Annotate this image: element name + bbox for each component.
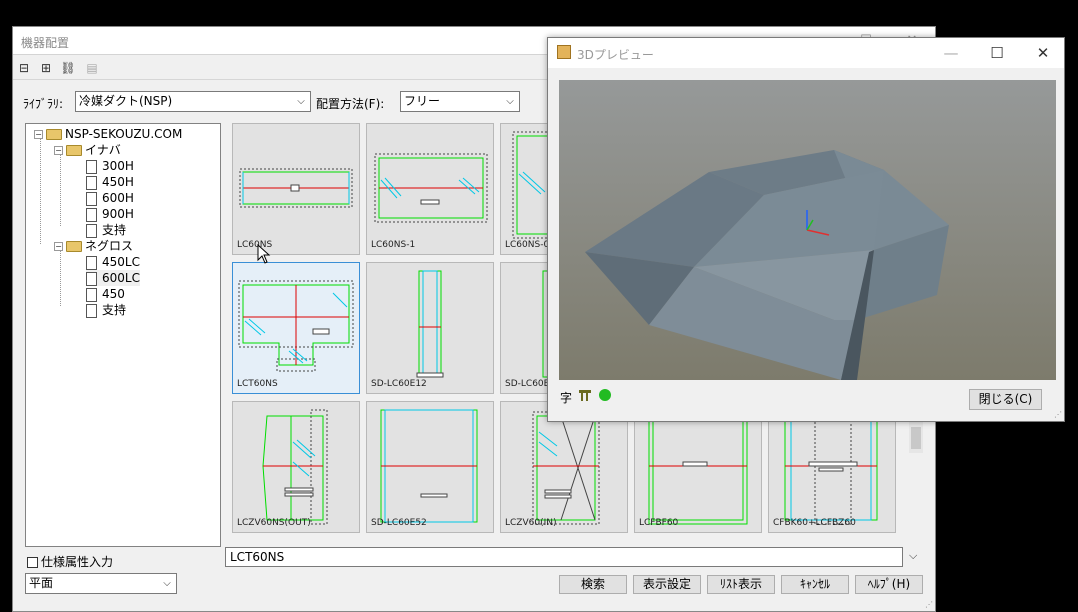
- item-caption: LCZV60NS(OUT): [237, 518, 311, 528]
- item-caption: LCZV60(IN): [505, 518, 557, 528]
- thumbnail-drawing: [416, 270, 444, 378]
- collapse-icon[interactable]: −: [54, 242, 63, 251]
- tree-node-600h[interactable]: 600H: [86, 190, 134, 206]
- item-caption: LCFBF60: [639, 518, 679, 528]
- tree-node-support-negros[interactable]: 支持: [86, 302, 126, 318]
- cancel-button[interactable]: ｷｬﾝｾﾙ: [781, 575, 849, 594]
- tree-node-450h[interactable]: 450H: [86, 174, 134, 190]
- item-tile[interactable]: SD-LC60E52: [366, 401, 494, 533]
- tree-node-300h[interactable]: 300H: [86, 158, 134, 174]
- item-tile[interactable]: SD-LC60E: [500, 262, 553, 394]
- resize-grip-icon[interactable]: ⋰: [1054, 410, 1062, 419]
- file-icon: [86, 255, 97, 270]
- item-caption: SD-LC60E: [505, 379, 550, 389]
- list-view-button[interactable]: ﾘｽﾄ表示: [707, 575, 775, 594]
- collapse-icon[interactable]: −: [34, 130, 43, 139]
- preview-title-bar: 3Dプレビュー — ☐ ✕: [548, 38, 1064, 68]
- library-select[interactable]: 冷媒ダクト(NSP) ⌵: [75, 91, 311, 112]
- display-settings-button[interactable]: 表示設定: [633, 575, 701, 594]
- item-caption: SD-LC60E52: [371, 518, 427, 528]
- item-caption: LC60NS-0: [505, 240, 550, 250]
- window-title: 機器配置: [21, 36, 70, 50]
- folder-icon: [66, 241, 82, 252]
- preview-title: 3Dプレビュー: [577, 48, 654, 62]
- file-icon: [86, 159, 97, 174]
- maximize-icon[interactable]: ☐: [974, 38, 1020, 68]
- item-tile-selected[interactable]: LCT60NS: [232, 262, 360, 394]
- item-caption: CFBK60+LCFBZ60: [773, 518, 856, 528]
- chevron-down-icon: ⌵: [297, 96, 305, 107]
- view-value: 平面: [29, 576, 54, 590]
- document-icon[interactable]: ▤: [83, 60, 101, 76]
- file-icon: [86, 191, 97, 206]
- item-caption: LC60NS-1: [371, 240, 416, 250]
- placement-select[interactable]: フリー ⌵: [400, 91, 520, 112]
- support-icon[interactable]: [578, 388, 592, 402]
- file-icon: [86, 175, 97, 190]
- thumbnail-drawing: [262, 409, 328, 525]
- checkbox-icon[interactable]: [27, 557, 38, 568]
- chevron-down-icon: ⌵: [506, 96, 514, 107]
- library-label: ﾗｲﾌﾞﾗﾘ:: [23, 97, 64, 111]
- item-tile[interactable]: LC60NS-0: [500, 123, 553, 255]
- minimize-icon[interactable]: —: [928, 38, 974, 68]
- close-icon[interactable]: ✕: [1020, 38, 1066, 68]
- tree-node-root[interactable]: − NSP-SEKOUZU.COM: [34, 126, 182, 142]
- thumbnail-drawing: [542, 270, 553, 378]
- tree-collapse-icon[interactable]: ⊞: [37, 60, 55, 76]
- link-icon[interactable]: ⛓: [59, 60, 77, 76]
- library-value: 冷媒ダクト(NSP): [79, 94, 173, 108]
- item-tile[interactable]: LC60NS: [232, 123, 360, 255]
- item-tile[interactable]: LC60NS-1: [366, 123, 494, 255]
- tree-node-900h[interactable]: 900H: [86, 206, 134, 222]
- tree-node-450lc[interactable]: 450LC: [86, 254, 140, 270]
- thumbnail-drawing: [239, 168, 353, 208]
- search-button[interactable]: 検索: [559, 575, 627, 594]
- help-button[interactable]: ﾍﾙﾌﾟ(H): [855, 575, 923, 594]
- placement-value: フリー: [404, 94, 441, 108]
- spec-attribute-checkbox[interactable]: 仕様属性入力: [27, 553, 113, 570]
- tree-node-support-inaba[interactable]: 支持: [86, 222, 126, 238]
- tree-node-450[interactable]: 450: [86, 286, 125, 302]
- file-icon: [86, 303, 97, 318]
- thumbnail-drawing: [380, 409, 478, 523]
- resize-grip-icon[interactable]: ⋰: [925, 600, 933, 609]
- text-label-toggle[interactable]: 字: [560, 389, 572, 406]
- library-tree[interactable]: − NSP-SEKOUZU.COM − イナバ 300H 450H 600H 900…: [25, 123, 221, 547]
- file-icon: [86, 223, 97, 238]
- cube-icon: [557, 45, 571, 59]
- file-icon: [86, 271, 97, 286]
- scroll-thumb[interactable]: [911, 427, 921, 449]
- tree-node-600lc[interactable]: 600LC: [86, 270, 140, 286]
- thumbnail-drawing: [512, 131, 553, 239]
- item-caption: SD-LC60E12: [371, 379, 427, 389]
- hatch-icon[interactable]: [598, 388, 612, 402]
- chevron-down-icon[interactable]: ⌵: [909, 549, 917, 563]
- item-tile[interactable]: LCZV60NS(OUT): [232, 401, 360, 533]
- thumbnail-drawing: [374, 153, 488, 223]
- item-tile[interactable]: SD-LC60E12: [366, 262, 494, 394]
- close-button[interactable]: 閉じる(C): [969, 389, 1042, 410]
- 3d-viewport[interactable]: [559, 80, 1056, 380]
- tree-expand-icon[interactable]: ⊟: [15, 60, 33, 76]
- 3d-preview-window: 3Dプレビュー — ☐ ✕ 字 閉じる(C) ⋰: [547, 37, 1065, 422]
- selected-name-field[interactable]: LCT60NS: [225, 547, 903, 567]
- collapse-icon[interactable]: −: [54, 146, 63, 155]
- view-select[interactable]: 平面 ⌵: [25, 573, 177, 594]
- thumbnail-drawing: [238, 280, 354, 372]
- tree-node-negros[interactable]: − ネグロス: [54, 238, 133, 254]
- file-icon: [86, 207, 97, 222]
- chevron-down-icon: ⌵: [163, 578, 171, 589]
- file-icon: [86, 287, 97, 302]
- folder-icon: [66, 145, 82, 156]
- placement-label: 配置方法(F):: [316, 97, 385, 111]
- tree-node-inaba[interactable]: − イナバ: [54, 142, 121, 158]
- mouse-cursor-icon: [257, 244, 271, 264]
- folder-icon: [46, 129, 62, 140]
- item-caption: LCT60NS: [237, 379, 278, 389]
